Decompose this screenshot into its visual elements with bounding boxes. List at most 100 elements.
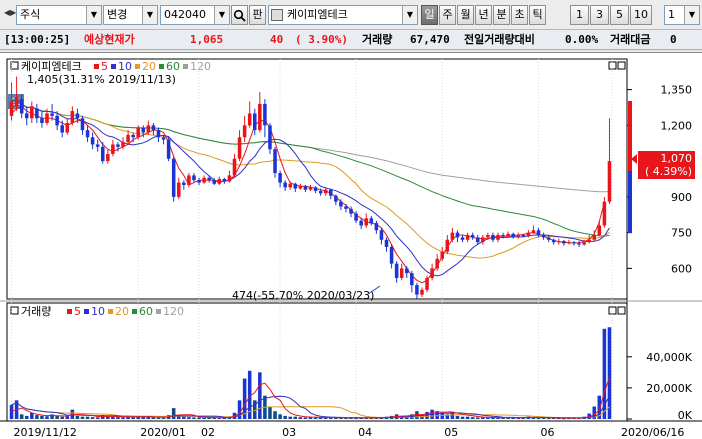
period-button-5[interactable]: 초 bbox=[511, 5, 528, 25]
date-tick-label: 2020/06/16 bbox=[621, 426, 684, 439]
candle-body bbox=[55, 115, 59, 126]
volume-bar bbox=[90, 417, 95, 419]
volume-bar bbox=[273, 411, 277, 419]
chevron-down-icon[interactable]: ▼ bbox=[402, 6, 417, 24]
candle-body bbox=[45, 113, 49, 123]
candle-body bbox=[136, 127, 140, 138]
period-button-1[interactable]: 주 bbox=[439, 5, 456, 25]
period-button-2[interactable]: 월 bbox=[457, 5, 474, 25]
search-button[interactable] bbox=[231, 5, 248, 25]
quote-change-pct: ( 3.90%) bbox=[295, 33, 348, 46]
price-title: 케이피엠테크 bbox=[21, 60, 82, 73]
stock-name-field[interactable]: 케이피엠테크 ▼ bbox=[268, 5, 418, 25]
period-button-6[interactable]: 틱 bbox=[529, 5, 546, 25]
candle-body bbox=[146, 125, 151, 133]
candle-body bbox=[35, 108, 39, 119]
price-tick-label: 900 bbox=[671, 191, 692, 204]
interval-button-5[interactable]: 5 bbox=[610, 5, 629, 25]
period-button-3[interactable]: 년 bbox=[475, 5, 492, 25]
volume-bar bbox=[131, 417, 135, 419]
volume-bar bbox=[151, 417, 156, 419]
candle-body bbox=[577, 243, 581, 245]
candle-body bbox=[481, 237, 485, 243]
candle-body bbox=[227, 175, 232, 182]
candle-body bbox=[359, 220, 363, 226]
current-price: 1,070 bbox=[661, 152, 693, 165]
close-icon[interactable] bbox=[617, 306, 626, 315]
candle-body bbox=[567, 242, 571, 244]
volume-bar bbox=[475, 417, 480, 419]
chevron-down-icon[interactable]: ▼ bbox=[86, 6, 101, 24]
candle-body bbox=[60, 125, 64, 133]
candle-body bbox=[536, 230, 541, 236]
candle-body bbox=[501, 235, 505, 237]
volume-label: 거래량 bbox=[362, 33, 393, 46]
candle-body bbox=[460, 237, 465, 240]
interval-count-select[interactable]: 1 ▼ bbox=[664, 5, 700, 25]
market-select[interactable]: 주식 ▼ bbox=[16, 5, 102, 25]
quote-bar: [13:00:25] 예상현재가 1,065 40 ( 3.90%) 거래량 6… bbox=[0, 30, 702, 50]
ma10-label: 10 bbox=[118, 60, 132, 73]
volume-bar bbox=[75, 415, 80, 419]
price-tick-label: 1,350 bbox=[661, 84, 693, 97]
legend-box-icon bbox=[10, 306, 19, 315]
date-tick-label: 06 bbox=[541, 426, 555, 439]
candle-body bbox=[597, 225, 602, 236]
candle-body bbox=[440, 251, 445, 259]
nav-arrows-icon[interactable]: ◀▶ bbox=[4, 8, 16, 17]
candle-body bbox=[435, 258, 439, 269]
volume-tick-label: 40,000K bbox=[646, 351, 692, 364]
volume-bar bbox=[182, 416, 186, 419]
interval-count-value: 1 bbox=[668, 8, 675, 21]
candle-body bbox=[339, 201, 343, 207]
candle-body bbox=[171, 158, 176, 197]
vma10-label: 10 bbox=[91, 305, 105, 318]
close-icon[interactable] bbox=[617, 61, 626, 70]
candle-body bbox=[465, 235, 470, 240]
interval-button-3[interactable]: 3 bbox=[590, 5, 609, 25]
interval-button-1[interactable]: 1 bbox=[570, 5, 589, 25]
ma60-label: 60 bbox=[166, 60, 180, 73]
chart-svg[interactable]: 케이피엠테크 5 10 20 60 120 1,405(31.31% 2019/… bbox=[0, 53, 702, 439]
change-select[interactable]: 변경 ▼ bbox=[103, 5, 158, 25]
volume-bar bbox=[288, 416, 293, 419]
ma5-label: 5 bbox=[101, 60, 108, 73]
volume-panel-frame bbox=[6, 302, 628, 422]
amount-value: 0 bbox=[670, 33, 677, 46]
candle-body bbox=[192, 175, 196, 181]
low-annotation: 474(-55.70% 2020/03/23) bbox=[232, 289, 374, 302]
candle-body bbox=[602, 201, 607, 226]
candle-body bbox=[100, 146, 105, 162]
ma20-swatch bbox=[135, 64, 140, 69]
chevron-down-icon[interactable]: ▼ bbox=[142, 6, 157, 24]
chevron-down-icon[interactable]: ▼ bbox=[684, 6, 699, 24]
vma10-swatch bbox=[84, 309, 89, 314]
period-button-4[interactable]: 분 bbox=[493, 5, 510, 25]
volume-bar bbox=[161, 417, 166, 419]
candle-body bbox=[161, 137, 166, 140]
candle-body bbox=[506, 233, 510, 237]
volume-bar bbox=[156, 417, 161, 419]
quote-price: 1,065 bbox=[190, 33, 224, 46]
volume-tick-label: 20,000K bbox=[646, 382, 692, 395]
candle-body bbox=[323, 189, 328, 194]
candle-body bbox=[470, 235, 475, 238]
chart-area[interactable]: 케이피엠테크 5 10 20 60 120 1,405(31.31% 2019/… bbox=[0, 52, 702, 439]
candle-body bbox=[572, 242, 576, 244]
candle-body bbox=[425, 277, 429, 290]
chevron-down-icon[interactable]: ▼ bbox=[214, 6, 229, 24]
candle-body bbox=[14, 96, 19, 107]
panel-button[interactable]: 판 bbox=[249, 5, 266, 25]
volume-bar bbox=[95, 417, 100, 419]
code-input[interactable]: 042040 ▼ bbox=[160, 5, 230, 25]
price-tick-label: 600 bbox=[671, 262, 692, 275]
vma5-label: 5 bbox=[74, 305, 81, 318]
interval-button-10[interactable]: 10 bbox=[630, 5, 652, 25]
candle-body bbox=[445, 239, 450, 252]
period-button-0[interactable]: 일 bbox=[421, 5, 438, 25]
candle-body bbox=[364, 218, 369, 226]
candle-body bbox=[491, 235, 495, 240]
candle-body bbox=[496, 235, 500, 240]
volume-bar bbox=[298, 417, 303, 419]
vma120-swatch bbox=[156, 309, 161, 314]
